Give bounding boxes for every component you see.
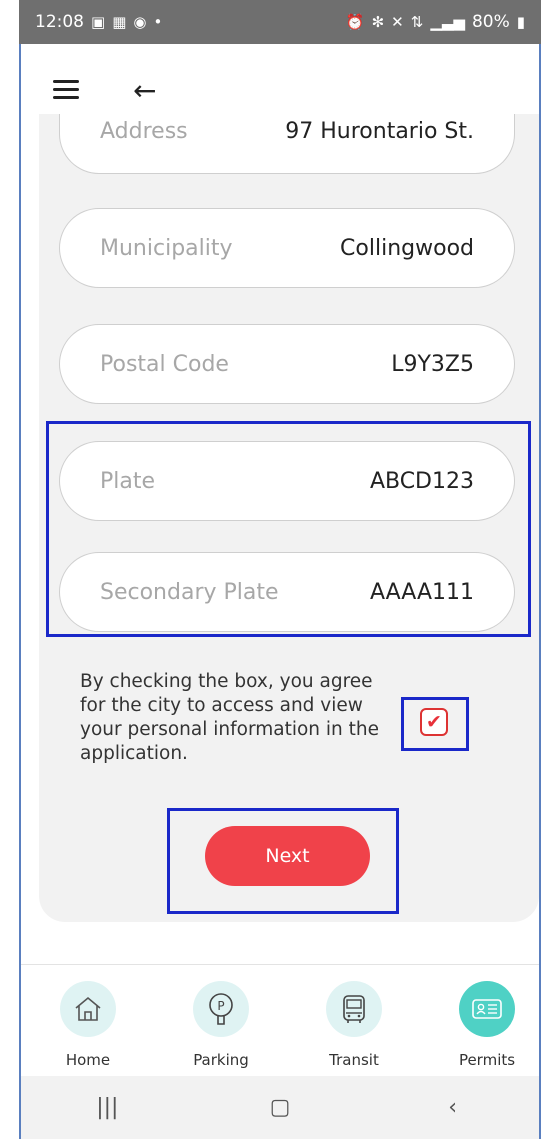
lte-icon: ⇅: [410, 13, 424, 31]
postal-code-field[interactable]: Postal Code L9Y3Z5: [59, 324, 515, 404]
bluetooth-icon: ✻: [371, 13, 385, 31]
svg-text:P: P: [217, 999, 224, 1013]
bus-icon: [326, 981, 382, 1037]
postal-code-value: L9Y3Z5: [391, 351, 474, 377]
municipality-field[interactable]: Municipality Collingwood: [59, 208, 515, 288]
plates-highlight-box: [46, 421, 531, 637]
battery-icon: ▮: [516, 13, 525, 31]
recent-apps-icon[interactable]: |||: [77, 1095, 137, 1120]
nav-home[interactable]: Home: [43, 981, 133, 1069]
system-nav-bar: ||| ▢ ‹: [21, 1076, 539, 1139]
status-bar: 12:08 ▣ ▦ ◉ • ⏰ ✻ ✕ ⇅ ▁▃▅ 80% ▮: [19, 0, 541, 44]
mute-icon: ✕: [391, 13, 404, 31]
municipality-value: Collingwood: [340, 235, 474, 261]
nav-transit-label: Transit: [329, 1051, 379, 1069]
battery-level: 80%: [471, 12, 510, 32]
alarm-icon: ⏰: [345, 13, 365, 31]
parking-meter-icon: P: [193, 981, 249, 1037]
home-icon: [60, 981, 116, 1037]
app-notification-icon: ▦: [112, 13, 127, 31]
nav-parking-label: Parking: [193, 1051, 249, 1069]
bottom-nav: Home P Parking Transit Permits: [21, 964, 539, 1076]
address-label: Address: [100, 119, 188, 144]
top-bar: ←: [21, 44, 539, 114]
nav-transit[interactable]: Transit: [309, 981, 399, 1069]
nav-parking[interactable]: P Parking: [176, 981, 266, 1069]
system-back-icon[interactable]: ‹: [423, 1095, 483, 1120]
status-left: 12:08 ▣ ▦ ◉ •: [35, 12, 162, 32]
status-time: 12:08: [35, 12, 84, 32]
status-right: ⏰ ✻ ✕ ⇅ ▁▃▅ 80% ▮: [346, 12, 525, 32]
signal-icon: ▁▃▅: [430, 13, 465, 31]
back-arrow-icon[interactable]: ←: [133, 74, 156, 107]
sync-notification-icon: ◉: [133, 13, 147, 31]
postal-code-label: Postal Code: [100, 351, 229, 377]
nav-permits[interactable]: Permits: [442, 981, 532, 1069]
nav-permits-label: Permits: [458, 1051, 516, 1069]
more-notifications-icon: •: [153, 13, 163, 31]
address-value: 97 Hurontario St.: [285, 119, 474, 144]
consent-text: By checking the box, you agree for the c…: [80, 671, 380, 764]
nav-home-label: Home: [65, 1051, 111, 1069]
municipality-label: Municipality: [100, 235, 233, 261]
menu-icon[interactable]: [53, 80, 79, 100]
next-highlight-box: [167, 808, 399, 914]
home-button-icon[interactable]: ▢: [250, 1095, 310, 1120]
checkbox-highlight-box: [401, 697, 469, 751]
image-notification-icon: ▣: [91, 13, 106, 31]
permit-card-icon: [459, 981, 515, 1037]
